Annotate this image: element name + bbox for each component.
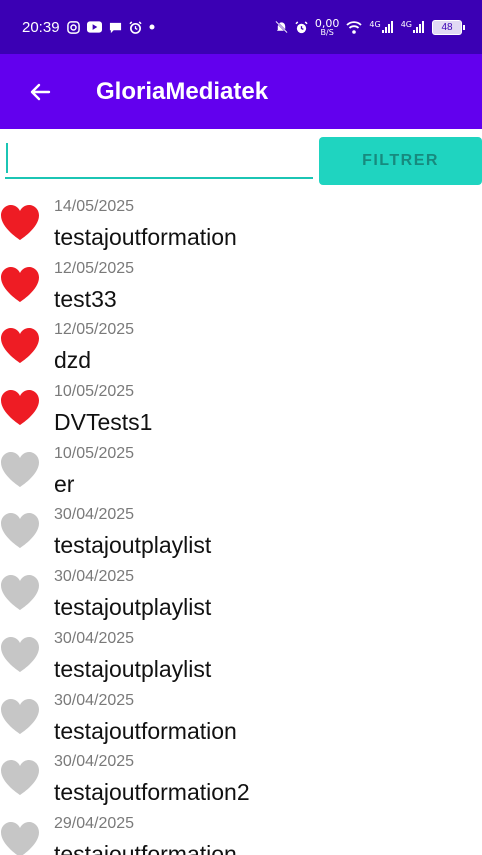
item-date: 12/05/2025 (54, 321, 135, 339)
list-item[interactable]: 12/05/2025 test33 (0, 254, 482, 316)
back-button[interactable] (0, 54, 58, 129)
signal-4g-icon: 4G (369, 21, 393, 33)
item-date: 29/04/2025 (54, 814, 135, 832)
item-title: testajoutformation2 (54, 779, 250, 806)
list-item[interactable]: 30/04/2025 testajoutformation (0, 686, 482, 748)
item-date: 12/05/2025 (54, 259, 135, 277)
item-title: testajoutformation (54, 717, 237, 744)
list-item[interactable]: 29/04/2025 testajoutformation (0, 809, 482, 855)
battery-indicator: 48 (432, 19, 465, 35)
app-bar: GloriaMediatek (0, 54, 482, 129)
item-date: 30/04/2025 (54, 753, 135, 771)
alarm-icon (295, 20, 308, 33)
heart-icon[interactable] (0, 389, 40, 426)
heart-icon[interactable] (0, 204, 40, 241)
list-item[interactable]: 30/04/2025 testajoutplaylist (0, 500, 482, 562)
status-bar: 20:39 0,00 B/S 4G 4G 48 (0, 0, 482, 54)
item-title: testajoutplaylist (54, 532, 212, 559)
item-date: 30/04/2025 (54, 629, 135, 647)
heart-icon[interactable] (0, 759, 40, 796)
signal-4g-icon: 4G (401, 21, 425, 33)
heart-icon[interactable] (0, 512, 40, 549)
item-title: DVTests1 (54, 409, 153, 436)
status-time: 20:39 (22, 18, 60, 36)
item-title: test33 (54, 285, 117, 312)
item-date: 10/05/2025 (54, 444, 135, 462)
heart-icon[interactable] (0, 451, 40, 488)
filter-button[interactable]: FILTRER (319, 137, 482, 185)
heart-icon[interactable] (0, 327, 40, 364)
item-title: er (54, 470, 75, 497)
item-date: 30/04/2025 (54, 568, 135, 586)
heart-icon[interactable] (0, 636, 40, 673)
item-title: dzd (54, 347, 92, 374)
text-cursor (6, 143, 8, 173)
item-date: 30/04/2025 (54, 691, 135, 709)
list-item[interactable]: 30/04/2025 testajoutformation2 (0, 747, 482, 809)
alarm-icon (128, 20, 142, 34)
item-date: 10/05/2025 (54, 383, 135, 401)
heart-icon[interactable] (0, 574, 40, 611)
youtube-icon (86, 21, 102, 33)
heart-icon[interactable] (0, 266, 40, 303)
item-date: 14/05/2025 (54, 198, 135, 215)
item-title: testajoutformation (54, 840, 237, 855)
list-item[interactable]: 10/05/2025 DVTests1 (0, 377, 482, 439)
mute-icon (275, 20, 288, 34)
arrow-left-icon[interactable] (28, 80, 52, 104)
heart-icon[interactable] (0, 698, 40, 735)
item-date: 30/04/2025 (54, 506, 135, 524)
item-title: testajoutplaylist (54, 655, 212, 682)
list-item[interactable]: 30/04/2025 testajoutplaylist (0, 624, 482, 686)
item-title: testajoutformation (54, 224, 237, 250)
data-speed-icon: 0,00 B/S (314, 16, 340, 37)
filter-input[interactable] (5, 139, 313, 179)
list-item[interactable]: 12/05/2025 dzd (0, 315, 482, 377)
wifi-icon (346, 20, 363, 34)
list-item[interactable]: 14/05/2025 testajoutformation (0, 192, 482, 254)
list-item[interactable]: 10/05/2025 er (0, 439, 482, 501)
formation-list: 14/05/2025 testajoutformation 12/05/2025 te… (0, 192, 482, 855)
status-left: 20:39 (22, 19, 155, 36)
list-item[interactable]: 30/04/2025 testajoutplaylist (0, 562, 482, 624)
chat-icon (109, 22, 121, 33)
dot-icon (149, 24, 155, 30)
status-right: 0,00 B/S 4G 4G 48 (275, 16, 465, 37)
item-title: testajoutplaylist (54, 594, 212, 621)
heart-icon[interactable] (0, 821, 40, 855)
page-title: GloriaMediatek (96, 77, 269, 105)
instagram-icon (66, 20, 80, 34)
filter-row: FILTRER (0, 129, 482, 191)
